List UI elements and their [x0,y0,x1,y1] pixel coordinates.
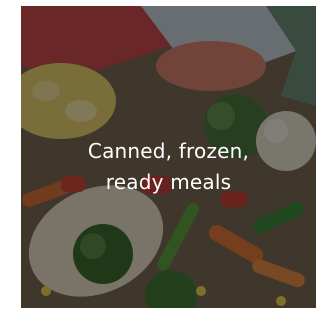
category-title-line-2: ready meals [105,170,232,194]
category-title-line-1: Canned, frozen, [87,139,250,163]
category-title: Canned, frozen, ready meals [21,136,316,198]
category-tile-canned-frozen-ready-meals[interactable]: Canned, frozen, ready meals [21,6,316,308]
